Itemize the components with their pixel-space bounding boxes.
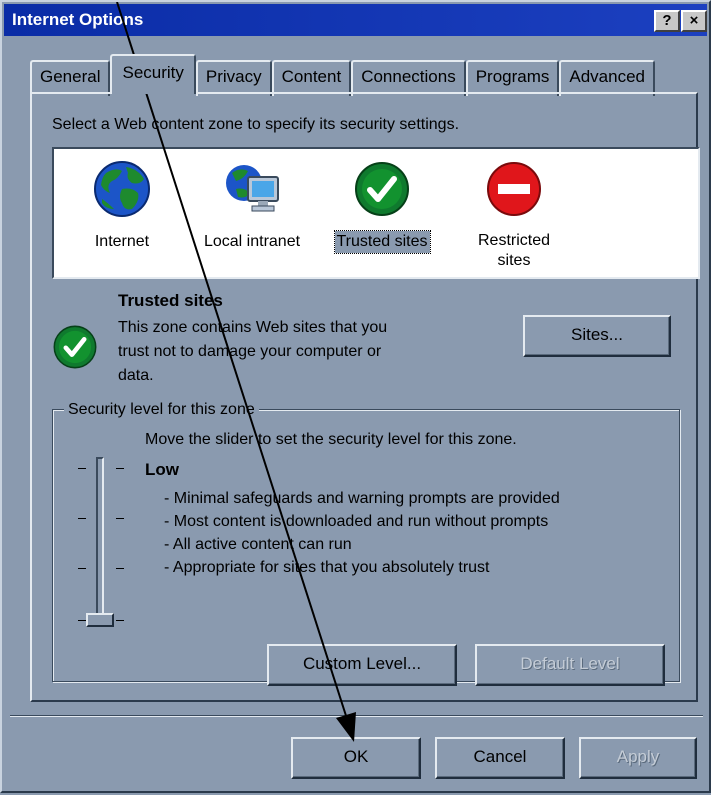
tab-security[interactable]: Security	[110, 54, 196, 94]
internet-options-dialog: Internet Options ? × General Security Pr…	[0, 0, 711, 793]
annotation-arrow	[116, 2, 356, 742]
